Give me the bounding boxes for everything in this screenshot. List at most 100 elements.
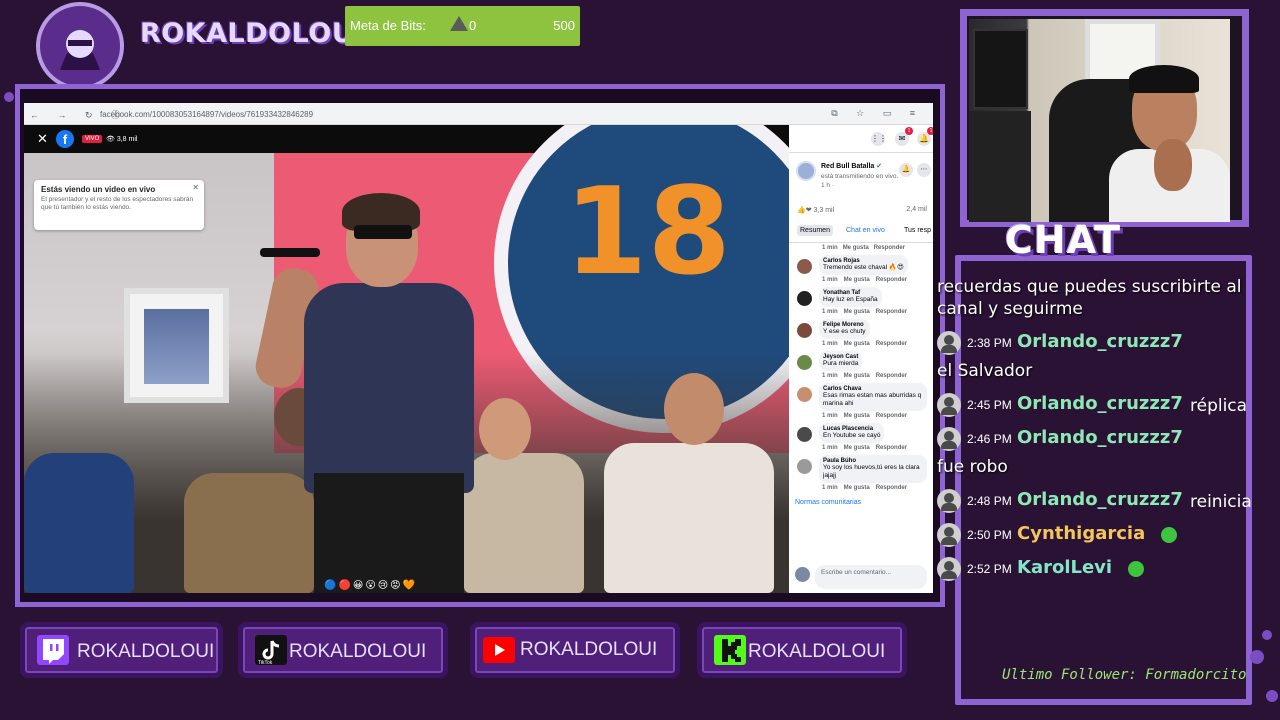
commenter-avatar[interactable]	[797, 387, 812, 402]
comment-item: Felipe Moreno Y ese es chuty 1 min Me gusta…	[789, 319, 933, 351]
browser-tool-icons[interactable]: ⧉ ☆ ▭ ≡	[831, 108, 923, 119]
video-player[interactable]: ✕ f VIVO 👁 3,8 mil 18 🔵🔴😀😮😢😡🧡 Estás vien…	[24, 125, 789, 593]
channel-logo-icon	[36, 2, 124, 90]
chat-title: CHAT	[1005, 218, 1122, 262]
comment-like-button[interactable]: Me gusta	[844, 485, 870, 491]
comment-input[interactable]: Escribe un comentario...	[815, 565, 927, 589]
comment-bubble: Carlos Rojas Tremendo este chaval 🔥😍	[819, 255, 908, 275]
address-bar[interactable]: ← → ↻ ⓘ facebook.com/100083053164897/vid…	[24, 103, 933, 125]
comment-item: Paula Búho Yo soy los huevos,tú eres la c…	[789, 455, 933, 495]
comment-reply-button[interactable]: Responder	[876, 341, 907, 347]
chat-timestamp: 2:52 PM	[967, 562, 1012, 576]
comment-reply-button[interactable]: Responder	[876, 277, 907, 283]
reaction-summary[interactable]: 👍❤ 3,3 mil 2,4 mil	[789, 203, 933, 219]
comment-bubble: Paula Búho Yo soy los huevos,tú eres la c…	[819, 455, 927, 483]
channel-name: ROKALDOLOUI	[140, 18, 365, 49]
chat-username[interactable]: Orlando_cruzzz7	[1017, 427, 1183, 448]
page-avatar[interactable]	[796, 161, 816, 181]
menu-grid-icon[interactable]: ⋮⋮	[871, 132, 887, 146]
kick-icon	[714, 635, 746, 665]
facebook-icon[interactable]: f	[56, 130, 74, 148]
comment-meta: 1 min Me gusta Responder	[789, 443, 933, 455]
comment-time: 1 min	[822, 445, 838, 451]
last-follower: Ultimo Follower: Formadorcito	[1002, 667, 1247, 683]
bell-icon[interactable]: 🔔	[899, 163, 913, 177]
commenter-avatar[interactable]	[797, 459, 812, 474]
comment-like-button[interactable]: Me gusta	[844, 277, 870, 283]
comment-time: 1 min	[822, 413, 838, 419]
bits-goal-label: Meta de Bits:	[350, 18, 426, 33]
tiktok-badge[interactable]: TikTok ROKALDOLOUI	[238, 622, 448, 678]
emote-icon	[1161, 527, 1177, 543]
commenter-avatar[interactable]	[797, 259, 812, 274]
decor-dot	[1262, 630, 1272, 640]
comment-item: Carlos Rojas Tremendo este chaval 🔥😍 1 min…	[789, 255, 933, 287]
chat-message: 2:48 PM Orlando_cruzzz7 reinicia	[937, 484, 1267, 518]
comment-reply-button[interactable]: Responder	[876, 445, 907, 451]
comment-meta: 1 min Me gusta Responder	[789, 483, 933, 495]
user-avatar-icon	[937, 331, 961, 355]
bits-max: 500	[553, 18, 575, 33]
verified-icon: ✔	[876, 163, 883, 170]
user-avatar	[795, 567, 810, 582]
comment-item: Lucas Plascencia En Youtube se cayó 1 min M…	[789, 423, 933, 455]
youtube-badge[interactable]: ROKALDOLOUI	[470, 622, 680, 678]
close-icon[interactable]: ✕	[37, 131, 48, 147]
comment-like-button[interactable]: Me gusta	[844, 309, 870, 315]
twitch-badge[interactable]: ROKALDOLOUI	[20, 622, 223, 678]
notice-close-icon[interactable]: ✕	[192, 183, 199, 192]
emote-icon	[1128, 561, 1144, 577]
rapper-pants	[314, 473, 464, 593]
reaction-bar[interactable]: 🔵🔴😀😮😢😡🧡	[324, 580, 417, 591]
chat-message-text: recuerdas que puedes suscribirte al cana…	[937, 277, 1242, 319]
commenter-avatar[interactable]	[797, 323, 812, 338]
bits-current: 0	[469, 18, 477, 33]
chat-messages: recuerdas que puedes suscribirte al cana…	[937, 276, 1267, 586]
fridge	[124, 288, 229, 403]
rapper-shirt	[304, 283, 474, 493]
commenter-avatar[interactable]	[797, 291, 812, 306]
chat-username[interactable]: Orlando_cruzzz7	[1017, 489, 1183, 510]
more-icon[interactable]: ⋯	[917, 163, 931, 177]
comment-reply-button[interactable]: Responder	[876, 485, 907, 491]
comment-time: 1 min	[822, 341, 838, 347]
comment-like-button[interactable]: Me gusta	[844, 445, 870, 451]
comment-bubble: Yonathan Taf Hay luz en España	[819, 287, 882, 307]
chat-username[interactable]: Cynthigarcia	[1017, 523, 1145, 544]
page-name[interactable]: Red Bull Batalla ✔	[821, 162, 882, 170]
comment-reply-button[interactable]: Responder	[876, 309, 907, 315]
comment-like-button[interactable]: Me gusta	[844, 341, 870, 347]
audience-figure	[184, 473, 314, 593]
chat-message: 2:50 PM Cynthigarcia	[937, 518, 1267, 552]
streamer-hair	[1129, 65, 1199, 93]
tab-your-replies[interactable]: Tus resp	[901, 225, 933, 236]
reaction-count[interactable]: 👍❤ 3,3 mil	[797, 206, 834, 214]
comment-time: 1 min	[822, 277, 838, 283]
comment-time: 1 min	[822, 485, 838, 491]
chat-username[interactable]: KarolLevi	[1017, 557, 1112, 578]
commenter-avatar[interactable]	[797, 427, 812, 442]
comment-reply-button[interactable]: Responder	[876, 373, 907, 379]
comment-count[interactable]: 2,4 mil	[906, 206, 927, 213]
comment-list: Carlos Rojas Tremendo este chaval 🔥😍 1 min…	[789, 255, 933, 495]
url-text[interactable]: facebook.com/100083053164897/videos/7619…	[100, 110, 313, 119]
comment-text: Esas rimas estan mas aburridas q marina …	[823, 392, 922, 407]
comment-time: 1 min	[822, 373, 838, 379]
comment-like-button[interactable]: Me gusta	[844, 413, 870, 419]
chat-username[interactable]: Orlando_cruzzz7	[1017, 331, 1183, 352]
tab-summary[interactable]: Resumen	[797, 225, 833, 236]
kick-badge[interactable]: ROKALDOLOUI	[697, 622, 907, 678]
dresser	[969, 111, 1031, 222]
judge-figure	[464, 453, 584, 593]
community-norms-link[interactable]: Normas comunitarias	[789, 499, 933, 506]
rapper-sunglasses	[354, 225, 412, 239]
comment-like-button[interactable]: Me gusta	[844, 373, 870, 379]
youtube-handle: ROKALDOLOUI	[520, 639, 658, 660]
notice-title: Estás viendo un video en vivo	[41, 185, 156, 194]
commenter-avatar[interactable]	[797, 355, 812, 370]
comment-reply-button[interactable]: Responder	[876, 413, 907, 419]
chat-message: 2:45 PM Orlando_cruzzz7 réplica	[937, 388, 1267, 422]
tab-live-chat[interactable]: Chat en vivo	[843, 225, 888, 236]
chat-username[interactable]: Orlando_cruzzz7	[1017, 393, 1183, 414]
chat-timestamp: 2:48 PM	[967, 494, 1012, 508]
